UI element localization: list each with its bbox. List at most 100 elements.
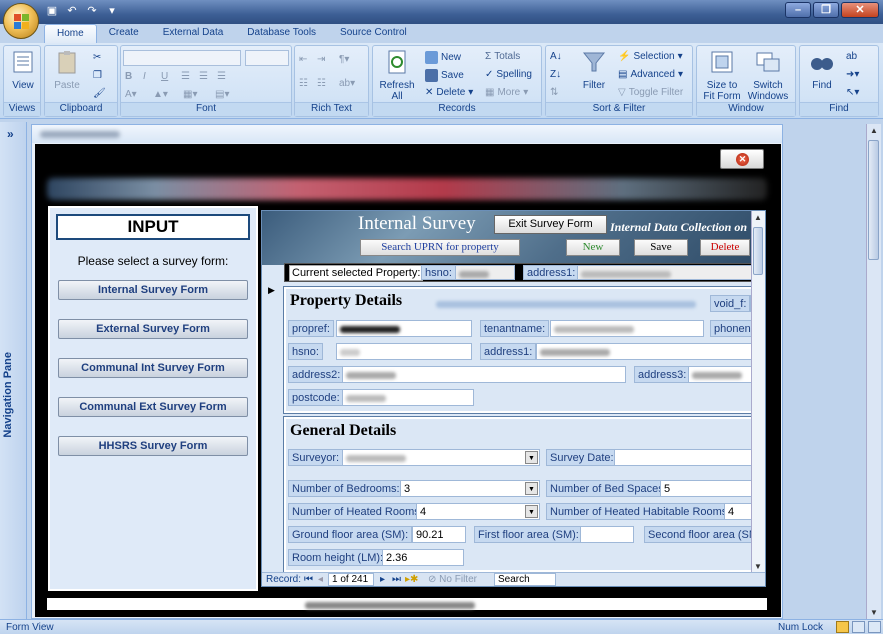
restore-button[interactable]: ❐ xyxy=(813,2,839,18)
chevron-down-icon[interactable]: ▼ xyxy=(525,451,538,464)
toggle-filter-button[interactable]: ▽ Toggle Filter xyxy=(618,87,683,98)
paste-button[interactable]: Paste xyxy=(47,49,87,91)
postcode-field[interactable] xyxy=(342,389,474,406)
undo-icon[interactable]: ↶ xyxy=(64,4,80,19)
delete-button[interactable]: Delete xyxy=(700,239,750,256)
font-name-select[interactable] xyxy=(123,50,241,66)
save-icon[interactable]: ▣ xyxy=(44,4,60,19)
redo-icon[interactable]: ↷ xyxy=(84,4,100,19)
scroll-down-icon[interactable]: ▼ xyxy=(870,608,878,617)
cut-icon[interactable]: ✂ xyxy=(93,52,101,63)
design-view-icon[interactable] xyxy=(868,621,881,633)
office-button[interactable] xyxy=(3,3,39,39)
ground-area-field[interactable]: 90.21 xyxy=(412,526,466,543)
more-button[interactable]: ▦ More ▾ xyxy=(485,87,528,98)
communal-ext-survey-form-button[interactable]: Communal Ext Survey Form xyxy=(58,397,248,417)
goto-icon[interactable]: ➜▾ xyxy=(846,69,859,80)
record-selector-icon[interactable]: ▶ xyxy=(268,285,275,296)
form-view-icon[interactable] xyxy=(836,621,849,633)
no-filter-button[interactable]: ⊘ No Filter xyxy=(428,574,477,585)
highlight-icon[interactable]: ab▾ xyxy=(339,78,355,89)
clear-sort-icon[interactable]: ⇅ xyxy=(550,87,558,98)
paragraph-direction-icon[interactable]: ¶▾ xyxy=(339,54,349,65)
increase-indent-icon[interactable]: ⇥ xyxy=(317,54,325,65)
gridlines-icon[interactable]: ▦▾ xyxy=(183,89,197,100)
font-size-select[interactable] xyxy=(245,50,289,66)
bold-icon[interactable]: B xyxy=(125,71,132,82)
delete-record-button[interactable]: ✕ Delete ▾ xyxy=(425,87,473,98)
datasheet-view-icon[interactable] xyxy=(852,621,865,633)
cp-address1-field[interactable] xyxy=(577,265,765,280)
first-area-field[interactable] xyxy=(580,526,634,543)
expand-chevron-icon[interactable]: » xyxy=(7,127,14,141)
record-position-field[interactable]: 1 of 241 xyxy=(328,573,374,586)
underline-icon[interactable]: U xyxy=(161,71,168,82)
address2-field[interactable] xyxy=(342,366,626,383)
external-survey-form-button[interactable]: External Survey Form xyxy=(58,319,248,339)
last-record-icon[interactable]: ⏭ xyxy=(392,574,401,585)
tenantname-field[interactable] xyxy=(550,320,704,337)
replace-icon[interactable]: ab xyxy=(846,51,857,62)
size-to-fit-form-button[interactable]: Size to Fit Form xyxy=(699,49,745,102)
exit-survey-form-button[interactable]: Exit Survey Form xyxy=(494,215,607,234)
alternate-fill-icon[interactable]: ▤▾ xyxy=(215,89,229,100)
totals-button[interactable]: Σ Totals xyxy=(485,51,520,62)
chevron-down-icon[interactable]: ▼ xyxy=(525,505,538,518)
save-record-button[interactable]: Save xyxy=(425,69,464,82)
format-painter-icon[interactable]: 🖌 xyxy=(93,88,106,99)
copy-icon[interactable]: ❐ xyxy=(93,70,102,81)
advanced-button[interactable]: ▤ Advanced ▾ xyxy=(618,69,683,80)
subform-scrollbar[interactable]: ▲ ▼ xyxy=(751,211,765,573)
switch-windows-button[interactable]: Switch Windows xyxy=(743,49,793,102)
spelling-button[interactable]: ✓ Spelling xyxy=(485,69,532,80)
select-icon[interactable]: ↖▾ xyxy=(846,87,859,98)
scroll-thumb[interactable] xyxy=(753,227,763,275)
align-center-icon[interactable]: ☰ xyxy=(199,71,208,82)
scroll-thumb[interactable] xyxy=(868,140,879,260)
cp-hsno-field[interactable] xyxy=(455,265,515,280)
tab-home[interactable]: Home xyxy=(44,24,97,43)
first-record-icon[interactable]: ⏮ xyxy=(304,574,313,585)
scroll-up-icon[interactable]: ▲ xyxy=(870,126,878,135)
main-scrollbar[interactable]: ▲ ▼ xyxy=(866,124,881,619)
chevron-down-icon[interactable]: ▼ xyxy=(525,482,538,495)
heated-rooms-select[interactable]: 4 ▼ xyxy=(416,503,540,520)
scroll-up-icon[interactable]: ▲ xyxy=(754,213,762,222)
close-form-button[interactable]: ✕ xyxy=(720,149,764,169)
next-record-icon[interactable]: ▸ xyxy=(380,574,385,585)
numbering-icon[interactable]: ☷ xyxy=(317,78,326,89)
save-button[interactable]: Save xyxy=(634,239,688,256)
italic-icon[interactable]: I xyxy=(143,71,146,82)
previous-record-icon[interactable]: ◂ xyxy=(318,574,323,585)
find-button[interactable]: Find xyxy=(802,49,842,91)
surveyor-select[interactable]: ▼ xyxy=(342,449,540,466)
tab-external-data[interactable]: External Data xyxy=(151,24,236,43)
fill-color-icon[interactable]: ▲▾ xyxy=(153,89,168,100)
hhsrs-survey-form-button[interactable]: HHSRS Survey Form xyxy=(58,436,248,456)
new-blank-record-icon[interactable]: ▸✱ xyxy=(405,574,418,585)
internal-survey-form-button[interactable]: Internal Survey Form xyxy=(58,280,248,300)
sort-ascending-icon[interactable]: A↓ xyxy=(550,51,562,62)
new-record-button[interactable]: New xyxy=(425,51,461,64)
filter-button[interactable]: Filter xyxy=(574,49,614,91)
record-search-field[interactable]: Search xyxy=(494,573,556,586)
decrease-indent-icon[interactable]: ⇤ xyxy=(299,54,307,65)
align-left-icon[interactable]: ☰ xyxy=(181,71,190,82)
selection-button[interactable]: ⚡ Selection ▾ xyxy=(618,51,683,62)
refresh-all-button[interactable]: Refresh All xyxy=(377,49,417,102)
propref-field[interactable] xyxy=(336,320,472,337)
address1-field[interactable] xyxy=(536,343,765,360)
view-button[interactable]: View xyxy=(3,49,43,91)
scroll-down-icon[interactable]: ▼ xyxy=(754,562,762,571)
search-uprn-button[interactable]: Search UPRN for property xyxy=(360,239,520,256)
navigation-pane[interactable]: » Navigation Pane xyxy=(0,122,27,619)
bedrooms-select[interactable]: 3 ▼ xyxy=(400,480,540,497)
bullets-icon[interactable]: ☷ xyxy=(299,78,308,89)
new-button[interactable]: New xyxy=(566,239,620,256)
communal-int-survey-form-button[interactable]: Communal Int Survey Form xyxy=(58,358,248,378)
minimize-button[interactable]: – xyxy=(785,2,811,18)
sort-descending-icon[interactable]: Z↓ xyxy=(550,69,561,80)
font-color-icon[interactable]: A▾ xyxy=(125,89,137,100)
close-window-button[interactable]: ✕ xyxy=(841,2,879,18)
customize-qat-icon[interactable]: ▾ xyxy=(104,4,120,19)
